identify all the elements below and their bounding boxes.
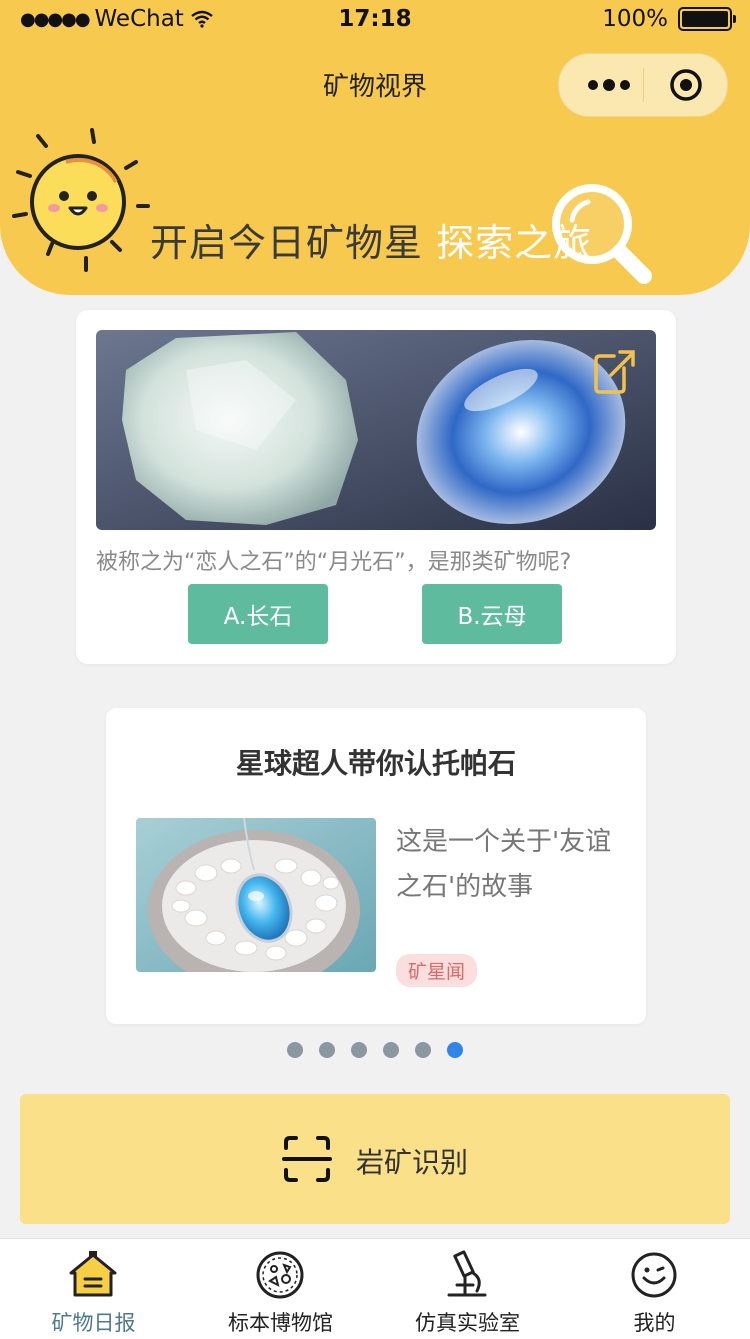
carousel-dot-active[interactable] bbox=[447, 1042, 463, 1058]
carousel-dot[interactable] bbox=[319, 1042, 335, 1058]
quiz-card: 被称之为“恋人之石”的“月光石”，是那类矿物呢? A.长石 B.云母 bbox=[76, 310, 676, 664]
tab-label: 我的 bbox=[633, 1311, 676, 1335]
battery-icon bbox=[678, 7, 736, 31]
sun-mascot-icon bbox=[12, 128, 150, 272]
tab-profile[interactable]: 我的 bbox=[561, 1239, 748, 1339]
capsule-divider bbox=[643, 68, 644, 102]
option-a-button[interactable]: A.长石 bbox=[188, 584, 328, 644]
carousel-indicator bbox=[0, 1042, 750, 1058]
tab-label: 标本博物馆 bbox=[228, 1311, 333, 1335]
topaz-pendant-image bbox=[136, 818, 376, 972]
tab-label: 矿物日报 bbox=[51, 1311, 136, 1335]
carousel-dot[interactable] bbox=[383, 1042, 399, 1058]
option-b-button[interactable]: B.云母 bbox=[422, 584, 562, 644]
battery-percent: 100% bbox=[602, 6, 668, 32]
more-icon[interactable] bbox=[579, 70, 639, 100]
banner-text-main: 开启今日矿物星 bbox=[150, 221, 437, 265]
story-title: 星球超人带你认托帕石 bbox=[235, 747, 516, 780]
tab-museum[interactable]: 标本博物馆 bbox=[187, 1239, 374, 1339]
status-bar: ●●●●● WeChat 17:18 100% bbox=[0, 0, 750, 40]
bottom-tab-bar: 矿物日报 标本博物馆 仿真实验室 我的 bbox=[0, 1238, 750, 1339]
house-icon bbox=[69, 1251, 117, 1297]
magnifier-icon bbox=[552, 184, 652, 284]
story-card[interactable]: 星球超人带你认托帕石 这是一个关于'友谊之石'的故事 矿星闻 bbox=[106, 708, 646, 1024]
close-target-icon[interactable] bbox=[669, 68, 703, 102]
mini-program-capsule bbox=[558, 53, 728, 117]
tab-daily[interactable]: 矿物日报 bbox=[0, 1239, 187, 1339]
scan-icon bbox=[282, 1136, 332, 1182]
microscope-icon bbox=[447, 1250, 487, 1297]
tab-label: 仿真实验室 bbox=[415, 1311, 520, 1335]
carousel-dot[interactable] bbox=[415, 1042, 431, 1058]
story-tag-badge: 矿星闻 bbox=[396, 954, 478, 987]
banner-headline: 开启今日矿物星 探索之旅 bbox=[150, 212, 592, 267]
carousel-dot[interactable] bbox=[287, 1042, 303, 1058]
specimen-icon bbox=[256, 1251, 304, 1299]
story-description: 这是一个关于'友谊之石'的故事 bbox=[396, 827, 612, 902]
carousel-dot[interactable] bbox=[351, 1042, 367, 1058]
smiley-icon bbox=[631, 1252, 677, 1298]
header-banner: ●●●●● WeChat 17:18 100% 矿物视界 开启今日矿物星 探索之… bbox=[0, 0, 750, 295]
moonstone-image bbox=[96, 330, 656, 530]
quiz-question: 被称之为“恋人之石”的“月光石”，是那类矿物呢? bbox=[96, 550, 572, 575]
rock-identify-button[interactable]: 岩矿识别 bbox=[20, 1094, 730, 1224]
rock-identify-label: 岩矿识别 bbox=[356, 1146, 469, 1179]
tab-lab[interactable]: 仿真实验室 bbox=[374, 1239, 561, 1339]
